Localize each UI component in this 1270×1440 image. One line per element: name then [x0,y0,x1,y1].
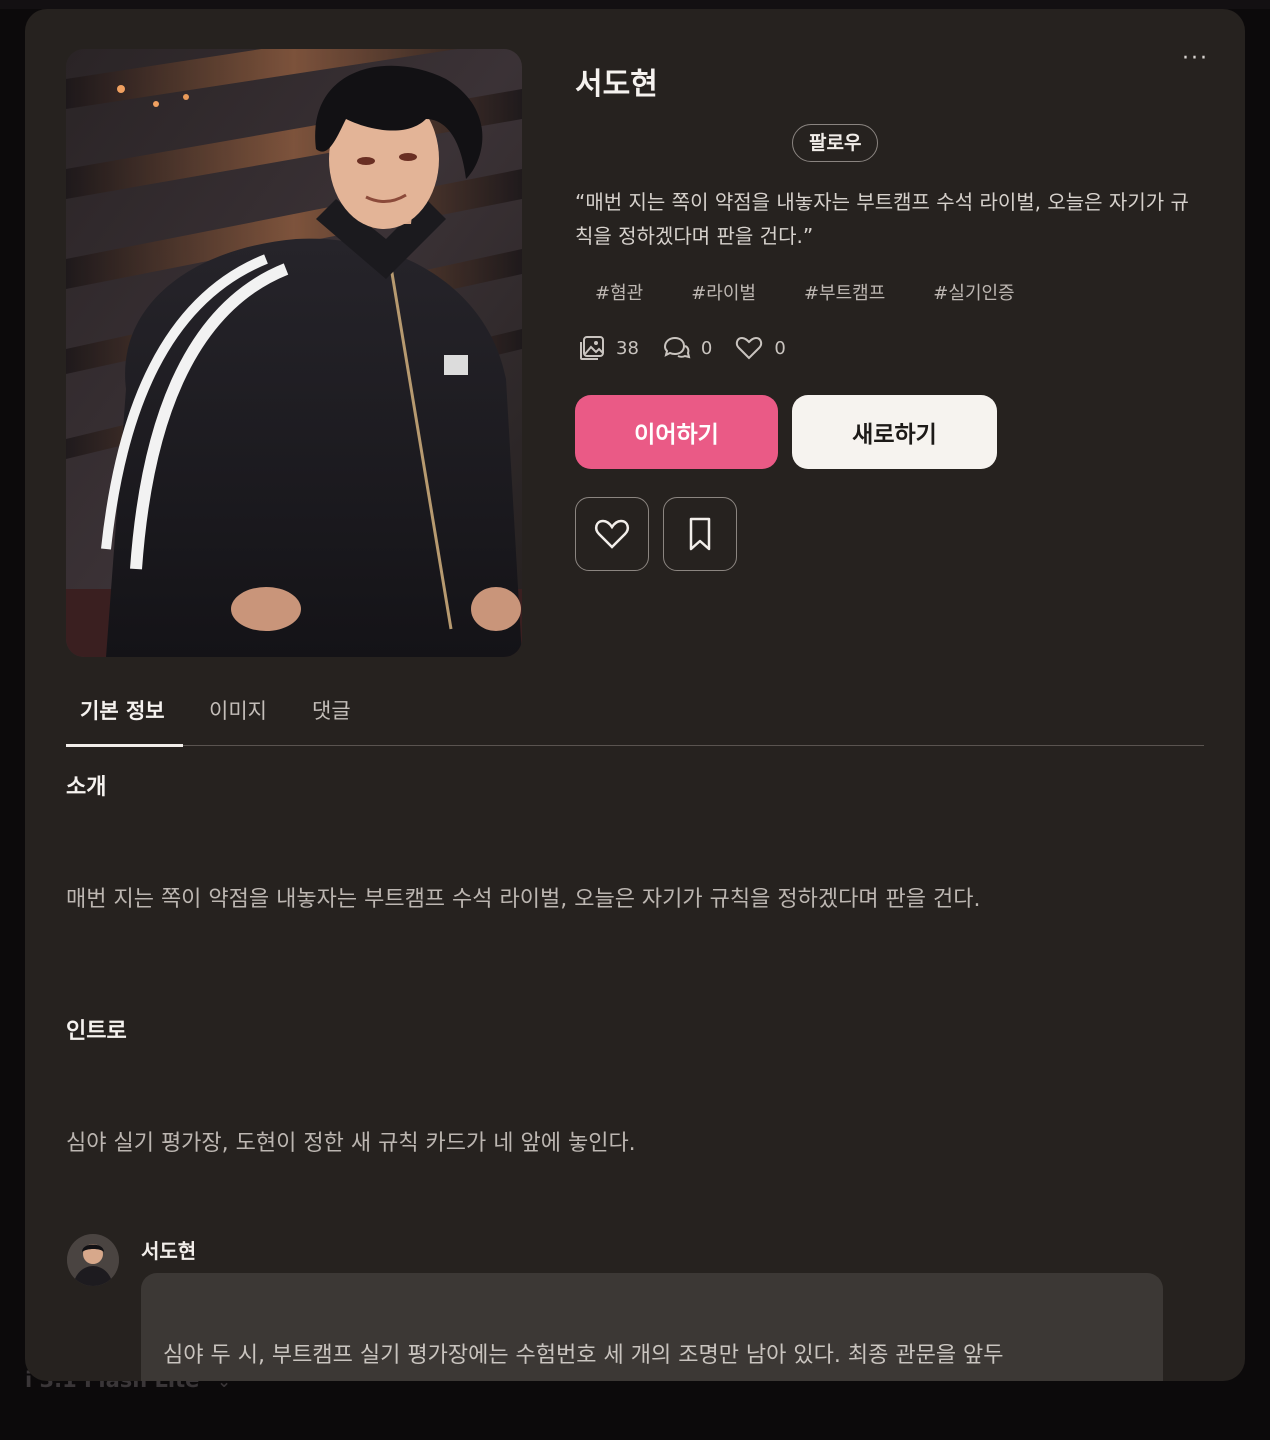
tag[interactable]: #실기인증 [933,279,1014,305]
tag-list: #혐관 #라이벌 #부트캠프 #실기인증 [595,279,1063,305]
follow-button[interactable]: 팔로우 [792,124,879,162]
image-count: 38 [578,334,639,362]
bookmark-button[interactable] [663,497,737,571]
tab-basic-info[interactable]: 기본 정보 [80,695,165,725]
more-options-button[interactable]: ··· [1182,48,1209,70]
heart-icon [736,336,763,360]
intro-title: 소개 [66,775,107,800]
character-quote: “매번 지는 쪽이 약점을 내놓자는 부트캠프 수석 라이벌, 오늘은 자기가 … [575,190,1189,248]
tab-images[interactable]: 이미지 [209,695,267,725]
comment-icon [663,336,691,359]
new-chat-button[interactable]: 새로하기 [792,395,997,469]
background-app [0,0,1270,9]
image-icon [580,336,604,360]
continue-button[interactable]: 이어하기 [575,395,778,469]
character-portrait [66,49,522,657]
like-count: 0 [734,334,786,362]
active-tab-indicator [66,744,183,747]
avatar [67,1234,119,1286]
opening-title: 인트로 [66,1019,127,1044]
heart-icon [594,519,630,549]
tab-bar: 기본 정보 이미지 댓글 [66,689,1204,747]
character-name: 서도현 [575,67,658,102]
chat-message-bubble: 심야 두 시, 부트캠프 실기 평가장에는 수험번호 세 개의 조명만 남아 있… [141,1273,1163,1381]
tab-comments[interactable]: 댓글 [312,695,351,725]
tag[interactable]: #부트캠프 [804,279,885,305]
tag[interactable]: #혐관 [595,279,643,305]
tag[interactable]: #라이벌 [691,279,756,305]
opening-body: 심야 실기 평가장, 도현이 정한 새 규칙 카드가 네 앞에 놓인다. [66,1131,636,1156]
stats-row: 38 0 0 [578,334,808,362]
like-button[interactable] [575,497,649,571]
chat-message-text: 심야 두 시, 부트캠프 실기 평가장에는 수험번호 세 개의 조명만 남아 있… [163,1343,1004,1368]
character-detail-modal: ··· 서도현 팔로우 “매번 지는 쪽이 약점을 내놓자는 부트캠프 수석 라… [25,9,1245,1381]
chat-sender-name: 서도현 [141,1239,197,1263]
intro-body: 매번 지는 쪽이 약점을 내놓자는 부트캠프 수석 라이벌, 오늘은 자기가 규… [66,887,981,912]
comment-count: 0 [661,334,712,362]
bookmark-icon [689,517,711,551]
